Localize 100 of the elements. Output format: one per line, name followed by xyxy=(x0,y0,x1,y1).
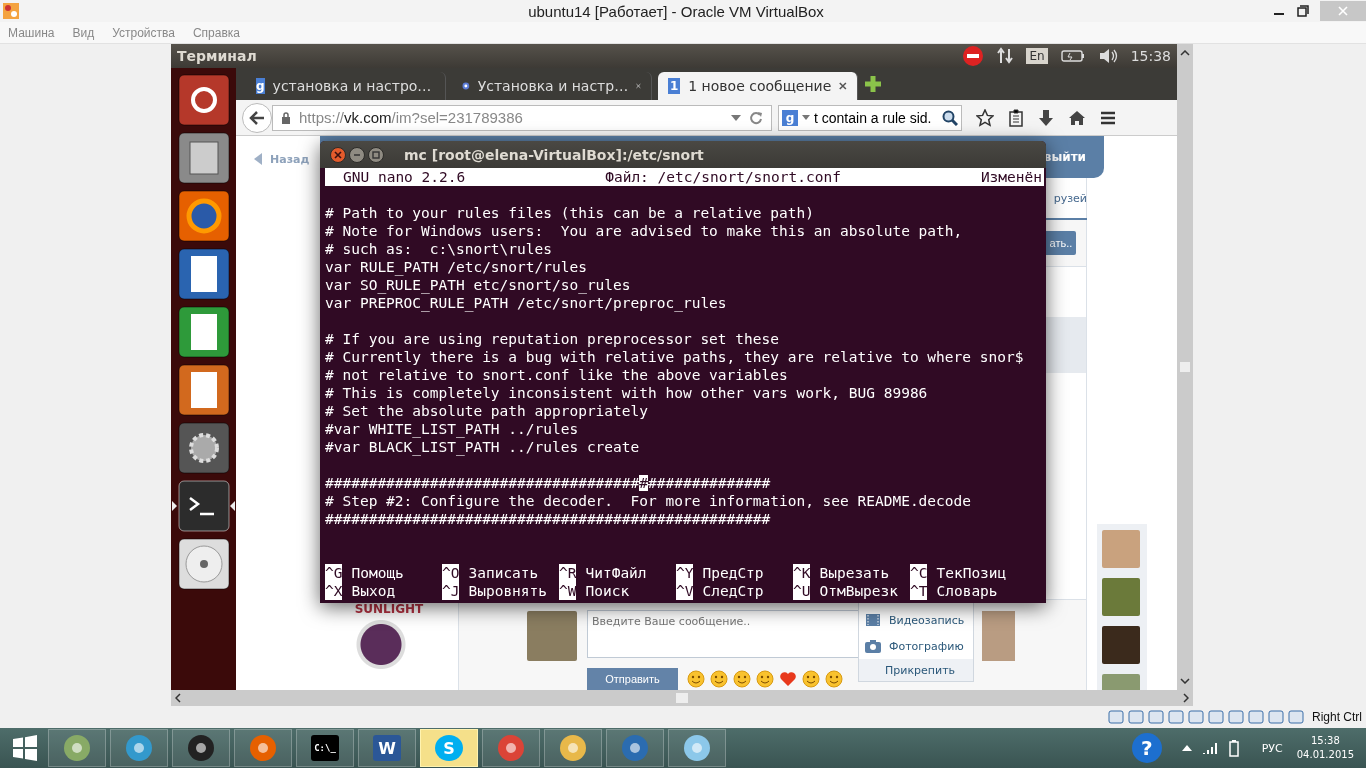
dropdown-icon[interactable] xyxy=(802,115,810,120)
smiley-icon[interactable] xyxy=(687,670,705,688)
up-caret-icon[interactable] xyxy=(1180,50,1190,56)
attach-link[interactable]: Прикрепить xyxy=(859,659,973,681)
search-icon[interactable] xyxy=(942,109,958,126)
clock-date[interactable]: 04.01.2015 xyxy=(1296,748,1354,762)
heart-icon[interactable] xyxy=(779,670,797,688)
taskbar-button[interactable] xyxy=(668,729,726,767)
taskbar-button[interactable] xyxy=(172,729,230,767)
language-indicator[interactable]: РУС xyxy=(1261,741,1283,755)
left-caret-icon[interactable] xyxy=(175,693,181,703)
back-button[interactable] xyxy=(242,102,272,133)
code-line: #var WHITE_LIST_PATH ../rules xyxy=(325,421,579,437)
keyboard-layout-indicator[interactable]: En xyxy=(1026,48,1048,64)
maximize-button[interactable] xyxy=(368,146,384,163)
vertical-scrollbar[interactable] xyxy=(1177,44,1193,690)
ad-brand[interactable]: SUNLIGHT xyxy=(354,602,424,616)
horizontal-scrollbar[interactable] xyxy=(171,690,1193,706)
chip-icon[interactable] xyxy=(1248,709,1264,725)
dropdown-icon[interactable] xyxy=(731,114,741,121)
menu-icon[interactable] xyxy=(1100,110,1116,125)
smiley-icon[interactable] xyxy=(825,670,843,688)
scrollbar-thumb[interactable] xyxy=(676,693,688,703)
windows-logo-icon[interactable] xyxy=(12,735,38,761)
app-icon: S xyxy=(435,735,463,761)
friends-tab[interactable]: рузей xyxy=(1053,191,1087,205)
pen-icon[interactable] xyxy=(1148,709,1164,725)
smiley-icon[interactable] xyxy=(802,670,820,688)
taskbar-button[interactable] xyxy=(110,729,168,767)
taskbar-button[interactable] xyxy=(234,729,292,767)
menu-item[interactable]: Справка xyxy=(192,25,240,40)
screen-icon[interactable] xyxy=(1228,709,1244,725)
send-button[interactable]: Отправить xyxy=(587,668,678,690)
browser-tab[interactable]: 1 1 новое сообщение xyxy=(658,72,858,100)
clock-time[interactable]: 15:38 xyxy=(1310,734,1340,748)
smiley-icon[interactable] xyxy=(733,670,751,688)
signal-bars-icon[interactable] xyxy=(1201,742,1218,754)
search-field[interactable]: g t contain a rule sid. xyxy=(778,104,962,131)
globe-icon[interactable] xyxy=(177,190,230,242)
download-arrow-icon[interactable] xyxy=(1038,108,1054,127)
close-icon[interactable] xyxy=(839,81,847,91)
download-icon[interactable] xyxy=(1288,709,1304,725)
logout-link[interactable]: выйти xyxy=(1043,150,1086,164)
code-text: ############## xyxy=(648,475,771,491)
window-icon[interactable] xyxy=(1208,709,1224,725)
file-name: Файл: /etc/snort/snort.conf xyxy=(605,168,841,186)
menu-item[interactable]: Устройства xyxy=(112,25,175,40)
scrollbar-thumb[interactable] xyxy=(1180,362,1190,372)
restore-icon[interactable] xyxy=(1296,5,1310,17)
taskbar-button[interactable] xyxy=(606,729,664,767)
home-icon[interactable] xyxy=(1068,109,1086,126)
action-button[interactable]: ать.. xyxy=(1046,231,1076,255)
battery-plug-icon[interactable] xyxy=(1227,739,1242,757)
search-engine-icon[interactable]: g xyxy=(782,109,798,126)
taskbar-button[interactable] xyxy=(48,729,106,767)
battery-icon[interactable] xyxy=(1060,49,1085,63)
smiley-icon[interactable] xyxy=(710,670,728,688)
taskbar-button[interactable] xyxy=(482,729,540,767)
taskbar-button[interactable]: C:\_ xyxy=(296,729,354,767)
address-bar[interactable]: https://vk.com/im?sel=231789386 xyxy=(272,104,772,131)
right-caret-icon[interactable] xyxy=(1183,693,1189,703)
down-caret-icon[interactable] xyxy=(1180,678,1190,684)
menu-item[interactable]: Машина xyxy=(8,25,55,40)
code-line: # If you are using reputation preprocessor set these xyxy=(325,331,779,347)
shortcut-label: СледСтр xyxy=(702,582,764,600)
document-icon[interactable] xyxy=(177,248,230,300)
shortcut-label: Вырезать xyxy=(819,564,890,582)
circle-of-friends-icon[interactable] xyxy=(177,74,230,126)
code-line: #var BLACK_LIST_PATH ../rules create xyxy=(325,439,640,455)
code-line: # such as: c:\snort\rules xyxy=(325,241,552,257)
help-icon[interactable]: ? xyxy=(1131,733,1162,763)
terminal-icon[interactable] xyxy=(177,480,230,532)
taskbar-button[interactable]: W xyxy=(358,729,416,767)
palette-icon xyxy=(62,733,92,763)
presentation-icon[interactable] xyxy=(177,364,230,416)
network-icon[interactable] xyxy=(1168,709,1184,725)
clock[interactable]: 15:38 xyxy=(1130,48,1171,64)
spreadsheet-icon[interactable] xyxy=(177,306,230,358)
folder-icon xyxy=(558,733,588,763)
menu-item[interactable]: Вид xyxy=(72,25,95,40)
close-icon xyxy=(1338,6,1348,16)
file-cabinet-icon[interactable] xyxy=(177,132,230,184)
smiley-icon[interactable] xyxy=(756,670,774,688)
close-icon[interactable] xyxy=(636,81,641,91)
up-down-arrows-icon[interactable] xyxy=(997,47,1014,65)
folder-icon[interactable] xyxy=(1188,709,1204,725)
up-caret-icon[interactable] xyxy=(1181,745,1192,751)
code-line: # Note for Windows users: You are advised to make this an absolute path, xyxy=(325,223,963,239)
gear-wrench-icon[interactable] xyxy=(177,422,230,474)
plus-icon[interactable] xyxy=(864,75,882,93)
no-entry-icon[interactable] xyxy=(962,45,985,67)
taskbar-button[interactable] xyxy=(544,729,602,767)
minimize-button[interactable] xyxy=(349,146,365,163)
shortcut-key: ^V xyxy=(676,582,694,600)
back-arrow-icon xyxy=(249,110,265,125)
speaker-icon[interactable] xyxy=(1097,48,1118,64)
close-button[interactable] xyxy=(330,146,346,163)
clipboard-icon[interactable] xyxy=(1008,108,1024,127)
reload-icon[interactable] xyxy=(749,110,763,125)
star-icon[interactable] xyxy=(976,108,994,127)
